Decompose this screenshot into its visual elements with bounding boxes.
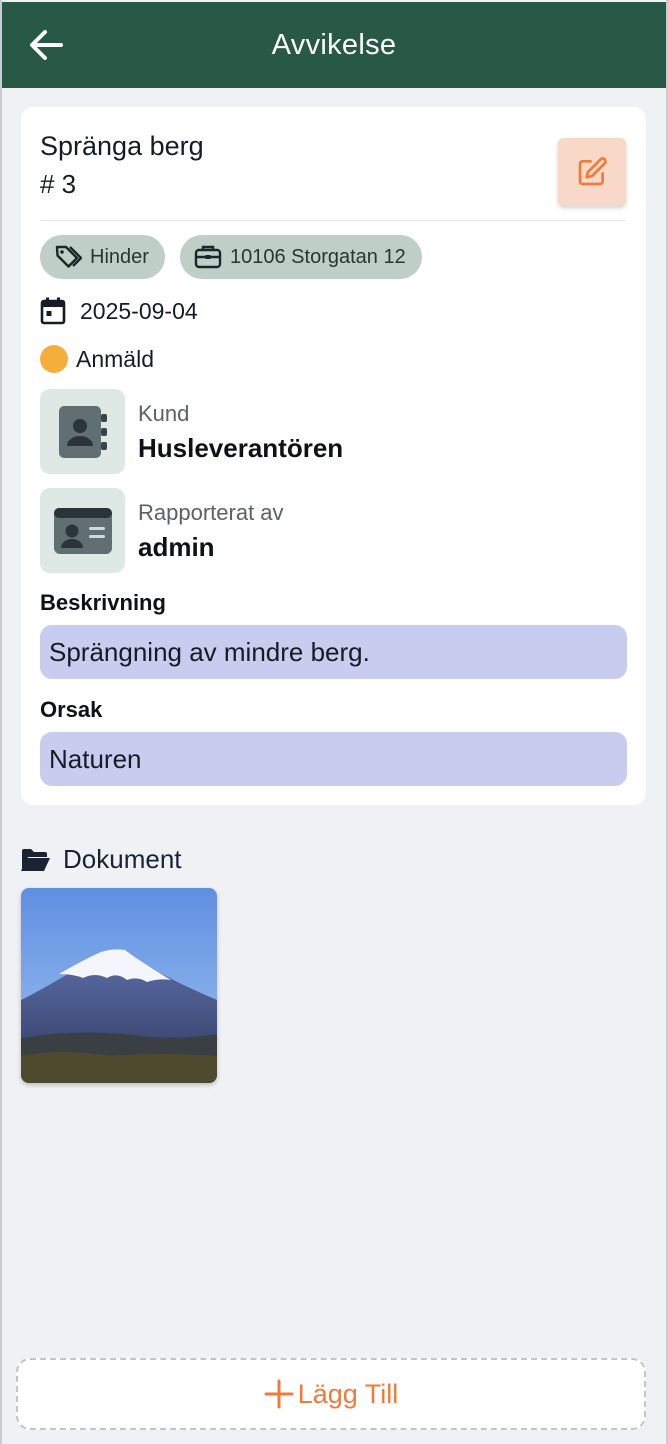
deviation-date: 2025-09-04 [80,297,198,324]
status-dot [40,345,68,373]
documents-header: Dokument [21,844,182,875]
page-title: Avvikelse [271,28,397,61]
date-row: 2025-09-04 [40,297,198,325]
mountain-photo [21,888,217,1083]
edit-icon [578,157,607,186]
reporter-label: Rapporterat av [138,500,284,525]
cause-box: Naturen [40,732,627,786]
category-chip: Hinder [40,235,165,279]
deviation-title: Spränga berg [40,131,204,161]
id-card-icon [53,507,112,554]
arrow-left-icon [30,30,63,60]
status-label: Anmäld [76,345,154,372]
plus-icon [264,1379,294,1409]
document-thumbnail[interactable] [21,888,217,1083]
contact-book-icon [58,405,107,458]
reporter-value: admin [138,532,215,562]
divider [40,220,626,221]
reporter-icon-tile [40,488,125,573]
tag-icon [55,245,82,268]
folder-open-icon [21,848,50,871]
cause-label: Orsak [40,697,103,722]
deviation-card: Spränga berg # 3 Hinder 10106 Storgatan … [21,107,646,805]
category-label: Hinder [90,245,149,268]
calendar-icon [40,297,66,325]
description-label: Beskrivning [40,590,166,615]
edit-button[interactable] [558,138,626,206]
deviation-number: # 3 [40,169,77,199]
app-bar: Avvikelse [2,2,666,88]
description-box: Sprängning av mindre berg. [40,625,627,679]
customer-value: Husleverantören [138,433,344,463]
customer-icon-tile [40,389,125,474]
back-button[interactable] [26,27,66,63]
project-label: 10106 Storgatan 12 [230,245,406,268]
add-button-label: Lägg Till [297,1378,399,1409]
add-button[interactable]: Lägg Till [16,1358,646,1430]
documents-title: Dokument [63,844,182,874]
project-chip: 10106 Storgatan 12 [180,235,422,279]
status-row: Anmäld [40,345,154,373]
customer-label: Kund [138,401,190,426]
briefcase-icon [194,245,222,269]
